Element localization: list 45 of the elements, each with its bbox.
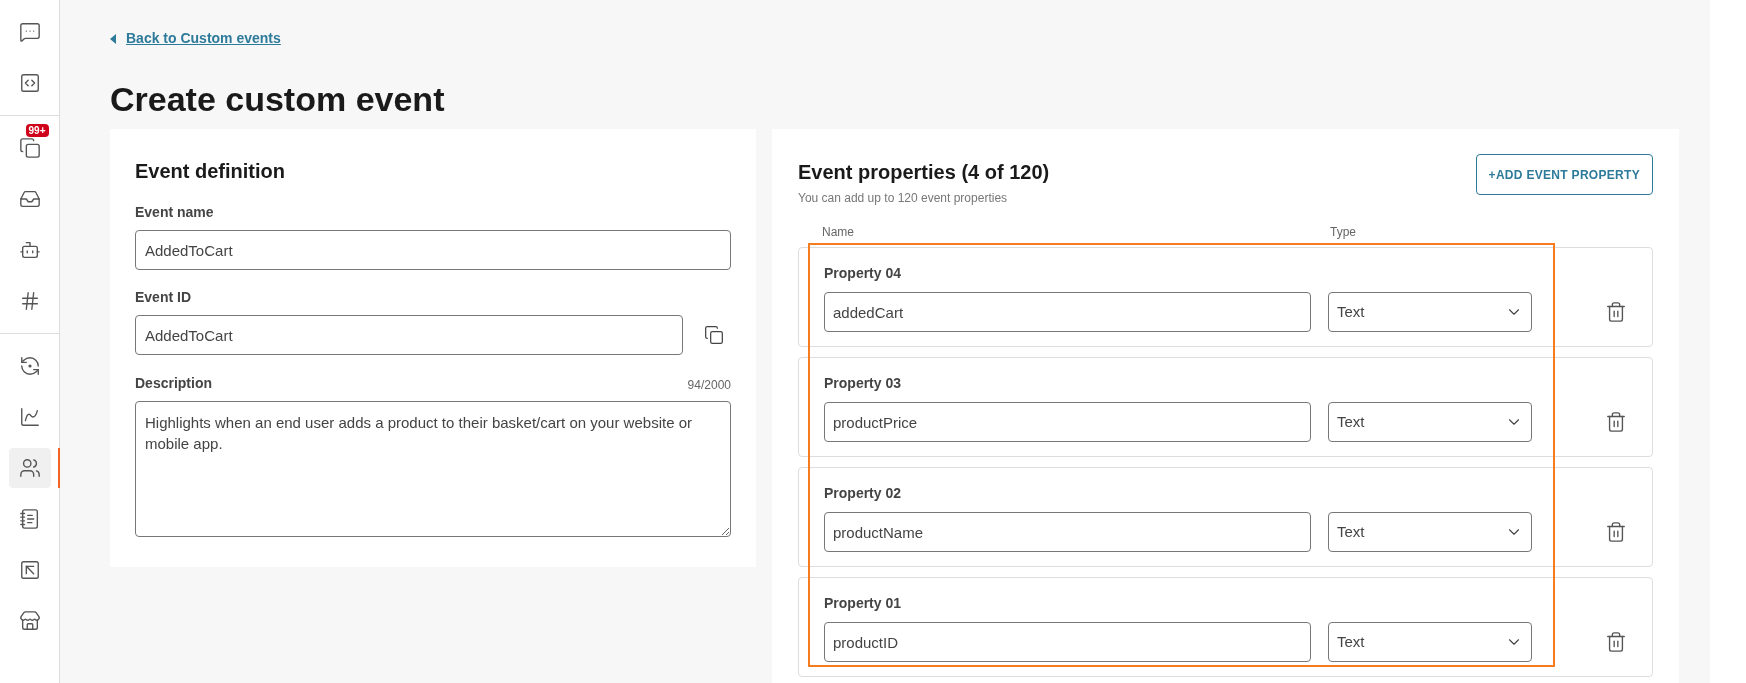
column-header: Type <box>1330 224 1356 241</box>
field-label: Description <box>135 374 212 393</box>
description-field[interactable]: Highlights when an end user adds a product to their basket/cart on your website or mobile app. <box>135 401 731 537</box>
event-id-field[interactable]: AddedToCart <box>135 315 683 355</box>
back-link[interactable]: Back to Custom events <box>110 28 1680 49</box>
people-icon <box>18 457 41 479</box>
page-title: Create custom event <box>110 79 446 119</box>
card-heading: Event definition <box>135 159 286 184</box>
type-dropdown[interactable]: Text <box>1328 622 1532 662</box>
tray-icon <box>18 188 41 210</box>
chat-icon <box>18 21 41 43</box>
robot-icon <box>18 239 41 261</box>
card-heading: Event properties (4 of 120) <box>798 160 1050 185</box>
frame-icon <box>18 559 41 581</box>
property-name-field[interactable]: productID <box>824 622 1311 662</box>
add-event-property-button[interactable]: +ADD EVENT PROPERTY <box>1475 154 1653 195</box>
copy-icon <box>18 137 41 159</box>
delete-button[interactable] <box>1604 630 1628 654</box>
store-icon <box>18 610 41 632</box>
property-name-field[interactable]: addedCart <box>824 292 1311 332</box>
caret-left-icon <box>110 33 116 44</box>
property-name-field[interactable]: productName <box>824 512 1311 552</box>
code-icon <box>18 72 41 94</box>
delete-button[interactable] <box>1604 410 1628 434</box>
property-label: Property 04 <box>824 264 903 283</box>
field-label: Event name <box>135 203 215 222</box>
count-badge: 99+ <box>25 124 49 137</box>
delete-button[interactable] <box>1604 520 1628 544</box>
card-subtitle: You can add up to 120 event properties <box>798 190 1009 207</box>
character-counter: 94/2000 <box>687 377 731 394</box>
type-dropdown[interactable]: Text <box>1328 512 1532 552</box>
book-icon <box>18 508 41 530</box>
delete-button[interactable] <box>1604 300 1628 324</box>
property-name-field[interactable]: productPrice <box>824 402 1311 442</box>
column-header: Name <box>821 224 855 241</box>
sync-icon <box>18 355 41 377</box>
property-label: Property 03 <box>824 374 903 393</box>
type-dropdown[interactable]: Text <box>1328 292 1532 332</box>
property-label: Property 02 <box>824 484 903 503</box>
type-dropdown[interactable]: Text <box>1328 402 1532 442</box>
property-label: Property 01 <box>824 594 903 613</box>
copy-button[interactable] <box>703 324 725 346</box>
field-label: Event ID <box>135 288 192 307</box>
event-name-field[interactable]: AddedToCart <box>135 230 731 270</box>
chart-icon <box>18 406 41 428</box>
